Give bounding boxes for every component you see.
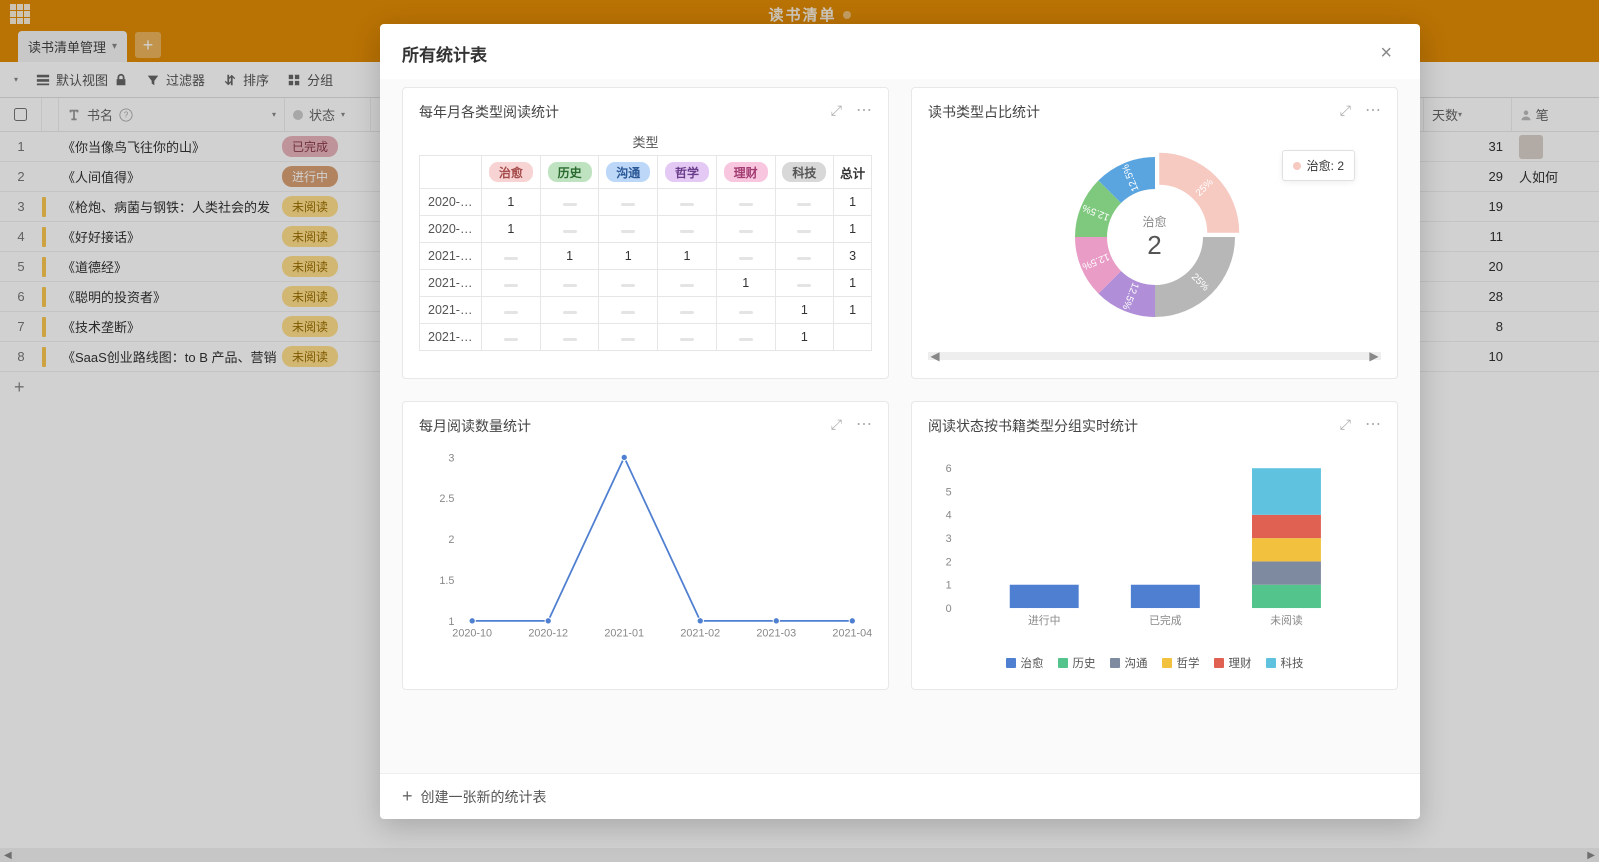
pivot-superheader: 类型 xyxy=(419,132,872,151)
legend-item[interactable]: 历史 xyxy=(1058,655,1096,671)
legend-item[interactable]: 沟通 xyxy=(1110,655,1148,671)
svg-text:2: 2 xyxy=(448,534,454,546)
close-icon[interactable]: × xyxy=(1374,40,1398,67)
pivot-table: 治愈 历史 沟通 哲学 理财 科技 总计 2020-…112020-…11202… xyxy=(419,155,872,351)
more-icon[interactable] xyxy=(856,102,872,122)
donut-tooltip: 治愈: 2 xyxy=(1282,150,1355,181)
svg-text:1: 1 xyxy=(946,580,952,592)
more-icon[interactable] xyxy=(856,416,872,436)
donut-scrollbar[interactable]: ◀▶ xyxy=(928,352,1381,360)
svg-text:2: 2 xyxy=(946,556,952,568)
more-icon[interactable] xyxy=(1365,102,1381,122)
card-bar: 阅读状态按书籍类型分组实时统计 0 1 2 3 4 5 6 进行中 已完成 未阅读 治愈历史沟通哲… xyxy=(911,401,1398,690)
card-line: 每月阅读数量统计 1 1.5 2 2.5 3 2020-10 2020-12 2021-01 2… xyxy=(402,401,889,690)
svg-text:2021-02: 2021-02 xyxy=(680,628,720,640)
more-icon[interactable] xyxy=(1365,416,1381,436)
svg-text:2020-10: 2020-10 xyxy=(452,628,492,640)
svg-text:1: 1 xyxy=(448,616,454,628)
plus-icon: + xyxy=(402,786,413,807)
expand-icon[interactable] xyxy=(831,416,842,436)
svg-text:未阅读: 未阅读 xyxy=(1270,613,1303,627)
stats-modal: 所有统计表 × 每年月各类型阅读统计 类型 治愈 历史 沟通 xyxy=(380,24,1420,819)
modal-title: 所有统计表 xyxy=(402,41,487,66)
svg-text:4: 4 xyxy=(946,510,952,522)
svg-text:3: 3 xyxy=(946,533,952,545)
legend-item[interactable]: 治愈 xyxy=(1006,655,1044,671)
donut-center: 治愈 2 xyxy=(1142,213,1166,261)
svg-text:1.5: 1.5 xyxy=(439,575,454,587)
legend-item[interactable]: 哲学 xyxy=(1162,655,1200,671)
svg-text:0: 0 xyxy=(946,603,952,615)
line-chart: 1 1.5 2 2.5 3 2020-10 2020-12 2021-01 2021-02 202… xyxy=(419,446,872,646)
expand-icon[interactable] xyxy=(1340,102,1351,122)
card-pivot-title: 每年月各类型阅读统计 xyxy=(419,102,559,122)
svg-text:2021-04: 2021-04 xyxy=(832,628,872,640)
legend-item[interactable]: 理财 xyxy=(1214,655,1252,671)
create-chart-button[interactable]: + 创建一张新的统计表 xyxy=(380,773,1420,819)
svg-text:2021-01: 2021-01 xyxy=(604,628,644,640)
card-line-title: 每月阅读数量统计 xyxy=(419,416,531,436)
svg-text:5: 5 xyxy=(946,486,952,498)
card-pivot: 每年月各类型阅读统计 类型 治愈 历史 沟通 哲学 理财 科技 xyxy=(402,87,889,379)
legend-item[interactable]: 科技 xyxy=(1266,655,1304,671)
svg-text:3: 3 xyxy=(448,452,454,464)
svg-text:已完成: 已完成 xyxy=(1149,613,1182,627)
svg-text:2021-03: 2021-03 xyxy=(756,628,796,640)
svg-text:进行中: 进行中 xyxy=(1028,614,1060,627)
svg-text:2.5: 2.5 xyxy=(439,493,454,505)
svg-text:6: 6 xyxy=(946,463,952,475)
bar-legend: 治愈历史沟通哲学理财科技 xyxy=(928,655,1381,671)
bar-chart: 0 1 2 3 4 5 6 进行中 已完成 未阅读 xyxy=(928,446,1381,646)
card-bar-title: 阅读状态按书籍类型分组实时统计 xyxy=(928,416,1138,436)
card-donut: 读书类型占比统计 25%25%12.5%12.5%12.5%12.5% 治愈 2… xyxy=(911,87,1398,379)
expand-icon[interactable] xyxy=(1340,416,1351,436)
donut-chart: 25%25%12.5%12.5%12.5%12.5% 治愈 2 治愈: 2 xyxy=(928,132,1381,342)
card-donut-title: 读书类型占比统计 xyxy=(928,102,1040,122)
expand-icon[interactable] xyxy=(831,102,842,122)
svg-text:2020-12: 2020-12 xyxy=(528,628,568,640)
